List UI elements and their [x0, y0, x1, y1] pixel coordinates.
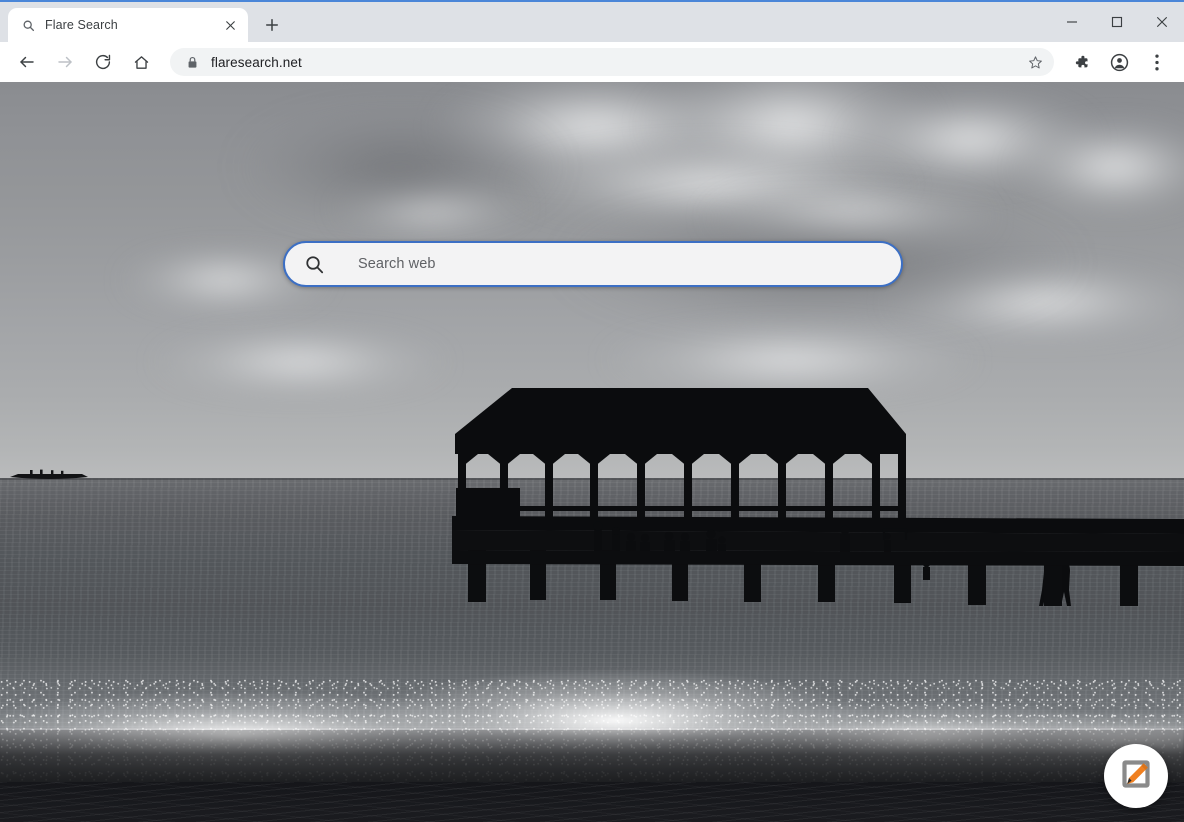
url-text: flaresearch.net — [211, 54, 302, 70]
sand-texture — [0, 782, 1184, 822]
tab-flare-search[interactable]: Flare Search — [8, 8, 248, 42]
tab-title: Flare Search — [45, 18, 118, 32]
cloud-shape — [600, 327, 980, 393]
photo-horizon-line — [0, 478, 1184, 480]
close-icon[interactable] — [220, 15, 240, 35]
bookmark-star-icon[interactable] — [1022, 49, 1048, 75]
cloud-shadow-shape — [240, 112, 560, 222]
search-icon — [20, 17, 36, 33]
window-controls — [1049, 4, 1184, 40]
back-button[interactable] — [11, 46, 43, 78]
search-widget: Search web — [283, 241, 903, 287]
home-button[interactable] — [125, 46, 157, 78]
minimize-icon[interactable] — [1049, 5, 1094, 39]
distant-boat-silhouette — [10, 469, 88, 479]
reload-button[interactable] — [87, 46, 119, 78]
search-icon — [302, 252, 326, 276]
browser-toolbar: flaresearch.net — [0, 42, 1184, 82]
browser-window: Flare Search flaresearch.net Search web — [0, 0, 1184, 822]
close-icon[interactable] — [1139, 5, 1184, 39]
browser-menu-icon[interactable] — [1141, 46, 1173, 78]
address-bar[interactable]: flaresearch.net — [170, 48, 1054, 76]
tab-strip: Flare Search — [0, 2, 1184, 42]
floating-notes-button[interactable] — [1104, 744, 1168, 808]
new-tab-button[interactable] — [258, 11, 286, 39]
extensions-icon[interactable] — [1065, 46, 1097, 78]
search-input[interactable]: Search web — [283, 241, 903, 287]
photo-beach-sand — [0, 782, 1184, 822]
page-content: Search web — [0, 82, 1184, 822]
search-placeholder: Search web — [358, 256, 436, 272]
lock-icon — [184, 54, 200, 70]
note-edit-icon — [1118, 756, 1154, 797]
profile-avatar-icon[interactable] — [1103, 46, 1135, 78]
forward-button[interactable] — [49, 46, 81, 78]
maximize-icon[interactable] — [1094, 5, 1139, 39]
cloud-shape — [150, 332, 450, 392]
